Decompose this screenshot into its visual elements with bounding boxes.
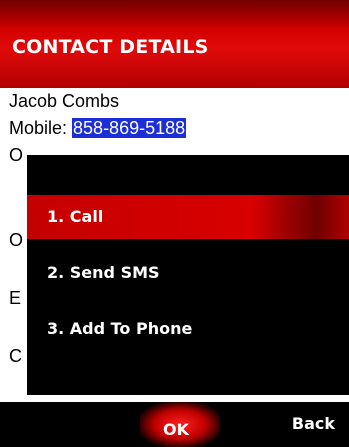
- options-menu: 1. Call 2. Send SMS 3. Add To Phone: [27, 155, 349, 395]
- menu-item-call[interactable]: 1. Call: [27, 195, 349, 239]
- mobile-row: Mobile: 858-869-5188: [9, 118, 187, 139]
- obscured-line-3: E: [9, 288, 22, 308]
- obscured-line-1: O: [9, 145, 24, 165]
- ok-softkey[interactable]: OK: [163, 420, 189, 439]
- mobile-number[interactable]: 858-869-5188: [72, 118, 187, 138]
- obscured-line-2: O: [9, 230, 24, 250]
- mobile-label: Mobile:: [9, 118, 73, 138]
- title-bar: CONTACT DETAILS: [0, 0, 349, 88]
- page-title: CONTACT DETAILS: [12, 36, 209, 58]
- contact-name: Jacob Combs: [9, 91, 120, 111]
- menu-item-add-to-phone[interactable]: 3. Add To Phone: [27, 307, 349, 351]
- back-softkey[interactable]: Back: [292, 414, 335, 433]
- title-bar-shade: [0, 0, 349, 30]
- menu-item-send-sms[interactable]: 2. Send SMS: [27, 251, 349, 295]
- softkey-bar: OK Back: [0, 402, 349, 447]
- obscured-line-4: C: [9, 346, 22, 366]
